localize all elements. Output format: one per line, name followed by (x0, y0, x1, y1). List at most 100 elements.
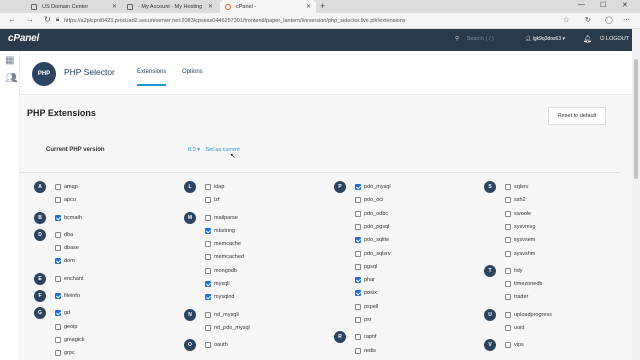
extension-checkbox[interactable] (355, 347, 361, 354)
extension-checkbox[interactable] (55, 214, 61, 221)
extension-checkbox[interactable] (55, 310, 61, 317)
extension-checkbox[interactable] (355, 277, 361, 284)
extension-checkbox[interactable] (355, 250, 361, 257)
extension-checkbox[interactable] (205, 324, 211, 331)
extension-item[interactable]: sysvshm (505, 250, 535, 258)
extension-checkbox[interactable] (505, 324, 511, 331)
user-menu[interactable]: 👤︎ lgk9q3dos63 ▾ (525, 36, 565, 42)
extension-checkbox[interactable] (205, 294, 211, 301)
extension-checkbox[interactable] (205, 281, 211, 288)
extension-checkbox[interactable] (355, 317, 361, 323)
bell-icon[interactable]: 🔔︎ (583, 35, 592, 43)
cpanel-logo[interactable]: cPanel (8, 33, 39, 44)
extension-checkbox[interactable] (355, 210, 361, 217)
window-close-icon[interactable]: ✕ (622, 1, 628, 9)
extension-item[interactable]: mailparse (205, 214, 238, 222)
extension-checkbox[interactable] (505, 311, 511, 318)
extension-item[interactable]: nd_pdo_mysql (205, 324, 250, 332)
back-arrow-icon[interactable]: ← (8, 15, 16, 24)
refresh-page-icon[interactable]: ↻ (585, 16, 591, 24)
extension-checkbox[interactable] (355, 223, 361, 230)
extension-checkbox[interactable] (505, 342, 511, 349)
scrollbar[interactable] (632, 29, 640, 360)
url-field[interactable]: https://a2plcpnl0423.prod.iad2.secureser… (64, 16, 554, 26)
extension-item[interactable]: pdo_sqlite (355, 236, 389, 244)
extension-checkbox[interactable] (355, 303, 361, 310)
extension-item[interactable]: mysqlnd (205, 293, 234, 301)
extension-item[interactable]: ssh2 (505, 196, 526, 204)
extension-item[interactable]: pgsql (355, 263, 377, 271)
extension-item[interactable]: pspell (355, 303, 378, 311)
extension-checkbox[interactable] (205, 214, 211, 221)
close-icon[interactable]: ✕ (208, 3, 213, 10)
extension-checkbox[interactable] (55, 293, 61, 300)
close-icon[interactable]: ✕ (112, 3, 117, 10)
extension-item[interactable]: ldap (205, 183, 224, 191)
scrollbar-thumb[interactable] (634, 59, 638, 179)
extension-checkbox[interactable] (205, 267, 211, 274)
php-version-value[interactable]: 8.0 (188, 147, 196, 153)
extension-item[interactable]: memcached (205, 253, 244, 261)
extension-checkbox[interactable] (55, 197, 61, 204)
extension-item[interactable]: oauth (205, 341, 228, 349)
extension-item[interactable]: pdo_oci (355, 196, 383, 204)
extension-checkbox[interactable] (505, 197, 511, 204)
extension-item[interactable]: trader (505, 293, 528, 301)
extension-checkbox[interactable] (355, 197, 361, 204)
extension-checkbox[interactable] (55, 323, 61, 330)
extension-item[interactable]: mbstring (205, 227, 235, 235)
extension-checkbox[interactable] (355, 184, 361, 190)
extension-item[interactable]: dba (55, 231, 73, 239)
close-icon[interactable]: ✕ (306, 3, 311, 10)
extension-item[interactable]: pdo_sqlsrv (355, 250, 391, 258)
tab-extensions[interactable]: Extensions (137, 69, 167, 86)
extension-checkbox[interactable] (55, 184, 61, 190)
extension-item[interactable]: memcache (205, 240, 241, 248)
extension-checkbox[interactable] (505, 184, 511, 190)
extension-item[interactable]: sysvsem (505, 236, 535, 244)
extension-checkbox[interactable] (205, 184, 211, 190)
extension-checkbox[interactable] (205, 311, 211, 318)
tab-options[interactable]: Options (182, 69, 203, 75)
browser-tab[interactable]: US Domain Center ✕ (26, 0, 122, 13)
extension-checkbox[interactable] (505, 223, 511, 230)
extension-checkbox[interactable] (505, 210, 511, 217)
extension-item[interactable]: sysvmsg (505, 223, 535, 231)
reload-icon[interactable]: ↻ (44, 15, 51, 24)
extension-item[interactable]: gmagick (55, 336, 84, 344)
extension-item[interactable]: apcu (55, 196, 76, 204)
extension-item[interactable]: timezonedb (505, 280, 542, 288)
extension-item[interactable]: dom (55, 257, 75, 265)
extension-checkbox[interactable] (505, 237, 511, 244)
extension-item[interactable]: bcmath (55, 214, 82, 222)
extension-item[interactable]: gd (55, 309, 70, 317)
extension-item[interactable]: dbase (55, 244, 79, 252)
extension-checkbox[interactable] (55, 245, 61, 252)
new-tab-icon[interactable]: + (320, 1, 325, 11)
extension-item[interactable]: mongodb (205, 267, 237, 275)
extension-checkbox[interactable] (355, 237, 361, 244)
extension-item[interactable]: lzf (205, 196, 220, 204)
extension-checkbox[interactable] (205, 254, 211, 261)
extension-item[interactable]: fileinfo (55, 292, 80, 300)
users-icon[interactable]: 👥︎ (5, 73, 18, 84)
extension-item[interactable]: posix (355, 289, 377, 297)
extension-item[interactable]: redis (355, 347, 376, 355)
extension-checkbox[interactable] (205, 227, 211, 234)
extension-checkbox[interactable] (55, 336, 61, 343)
more-icon[interactable]: ⋯ (623, 16, 630, 24)
extension-item[interactable]: psr (355, 316, 372, 324)
extension-item[interactable]: pdo_mysql (355, 183, 391, 191)
extension-item[interactable]: phar (355, 276, 375, 284)
profile-icon[interactable]: ◯ (605, 16, 613, 24)
extension-checkbox[interactable] (355, 290, 361, 297)
grid-icon[interactable]: ▦ (5, 55, 14, 66)
extension-item[interactable]: raphf (355, 333, 377, 341)
extension-checkbox[interactable] (355, 263, 361, 270)
extension-item[interactable]: pdo_odbc (355, 210, 388, 218)
browser-tab[interactable]: - My Account - My Hosting ✕ (122, 0, 218, 13)
minimize-icon[interactable]: — (578, 1, 585, 8)
extension-checkbox[interactable] (355, 334, 361, 341)
extension-checkbox[interactable] (205, 241, 211, 248)
extension-item[interactable]: uuid (505, 324, 524, 332)
